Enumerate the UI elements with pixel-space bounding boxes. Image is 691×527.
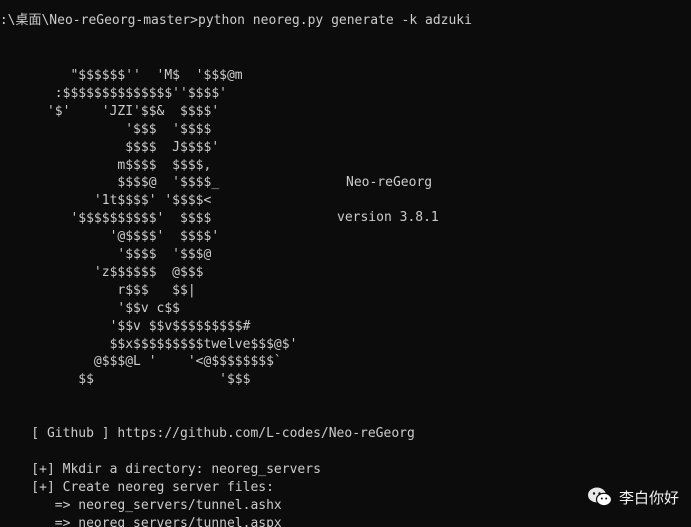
wechat-icon	[587, 487, 613, 507]
banner-title: Neo-reGeorg	[346, 175, 433, 190]
banner-line: $$x$$$$$$$$$twelve$$$@$'	[0, 336, 298, 352]
banner-line: '$$$ '$$$$	[0, 121, 212, 137]
banner-line: '@$$$$' $$$$'	[0, 229, 220, 245]
banner-line: "$$$$$$'' 'M$ '$$$@m	[0, 68, 243, 83]
banner-line: $$ '$$$	[0, 372, 251, 388]
output-line-create: [+] Create neoreg server files:	[0, 480, 274, 495]
banner-line: '$$v $$v$$$$$$$$$#	[0, 318, 251, 334]
banner-line: 'z$$$$$$ @$$$	[0, 264, 204, 280]
watermark-text: 李白你好	[618, 488, 679, 507]
output-line-mkdir: [+] Mkdir a directory: neoreg_servers	[0, 462, 321, 477]
banner-line: '$$v c$$	[0, 300, 181, 316]
banner-line: :$$$$$$$$$$$$$$''$$$$'	[0, 85, 227, 101]
banner-line: @$$$@L ' '<@$$$$$$$$`	[0, 354, 282, 370]
banner-line: '$$$$ '$$$@	[0, 247, 212, 262]
banner-line: '$' 'JZI'$$& $$$$'	[0, 103, 220, 119]
banner-line: '$$$$$$$$$$' $$$$	[0, 211, 212, 227]
banner-version: version 3.8.1	[337, 210, 439, 225]
banner-line: m$$$$ $$$$,	[0, 157, 212, 173]
banner-line: '1t$$$$' '$$$$<	[0, 193, 212, 209]
github-line: [ Github ] https://github.com/L-codes/Ne…	[0, 426, 415, 441]
prompt-line: E:\桌面\Neo-reGeorg-master>python neoreg.p…	[0, 13, 472, 28]
banner-line: $$$$@ '$$$$_	[0, 175, 220, 191]
output-line-ashx: => neoreg_servers/tunnel.ashx	[0, 498, 282, 513]
output-line-aspx: => neoreg_servers/tunnel.aspx	[0, 516, 282, 527]
banner-line: $$$$ J$$$$'	[0, 139, 220, 155]
banner-line: r$$$ $$|	[0, 282, 196, 298]
terminal-window[interactable]: E:\桌面\Neo-reGeorg-master>python neoreg.p…	[0, 0, 691, 527]
wechat-watermark: 李白你好	[582, 480, 683, 514]
